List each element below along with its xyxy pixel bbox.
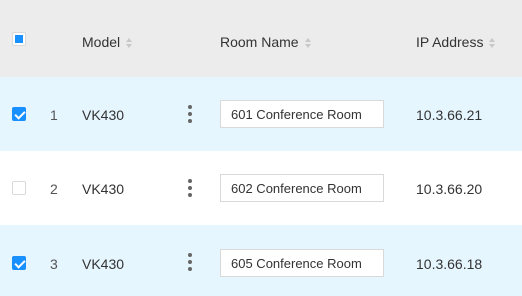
row-ip-address: 10.3.66.21 [416,107,483,123]
more-vertical-icon[interactable] [188,179,192,197]
row-checkbox[interactable] [12,256,26,270]
column-header-room-name[interactable]: Room Name [220,34,313,50]
table-header: Model Room Name IP Address [0,0,522,77]
row-number: 2 [50,181,58,197]
column-header-ip-address[interactable]: IP Address [416,34,497,50]
select-all-checkbox[interactable] [12,32,26,46]
column-header-model[interactable]: Model [82,34,134,50]
table-row: 2 VK430 10.3.66.20 [0,151,522,225]
row-model: VK430 [82,181,125,197]
column-header-model-label: Model [82,34,121,50]
table-row: 1 VK430 10.3.66.21 [0,77,522,151]
row-checkbox[interactable] [12,107,26,121]
more-vertical-icon[interactable] [188,105,192,123]
sort-icon[interactable] [489,38,497,49]
table-row: 3 VK430 10.3.66.18 [0,225,522,296]
room-name-input[interactable] [220,249,384,277]
sort-icon[interactable] [126,38,134,49]
room-name-input[interactable] [220,174,384,202]
sort-icon[interactable] [304,38,313,49]
column-header-ip-address-label: IP Address [416,34,484,50]
room-name-input[interactable] [220,100,384,128]
devices-table: Model Room Name IP Address 1 VK430 10.3.… [0,0,522,296]
row-model: VK430 [82,256,125,272]
column-header-room-name-label: Room Name [220,34,299,50]
more-vertical-icon[interactable] [188,253,192,271]
row-number: 1 [50,107,58,123]
row-number: 3 [50,256,58,272]
row-model: VK430 [82,107,125,123]
row-checkbox[interactable] [12,181,26,195]
row-ip-address: 10.3.66.18 [416,256,483,272]
row-ip-address: 10.3.66.20 [416,181,483,197]
